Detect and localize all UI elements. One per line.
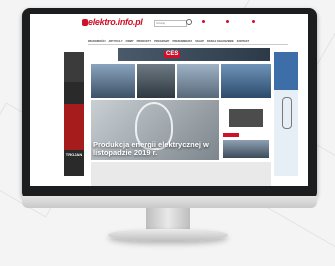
- ad-image: [64, 52, 84, 82]
- screen: elektro.info.pl Szukaj WIADOMOŚCI ARTYKU…: [30, 14, 308, 186]
- nav-item[interactable]: KONTAKT: [237, 40, 250, 43]
- site-logo[interactable]: elektro.info.pl: [88, 17, 143, 27]
- news-tile[interactable]: [91, 64, 135, 98]
- nav-item[interactable]: SKLEP: [195, 40, 204, 43]
- right-side-ad[interactable]: [274, 52, 298, 176]
- promo-badge: [223, 133, 239, 137]
- bus-image: [223, 140, 269, 158]
- main-nav: WIADOMOŚCI ARTYKUŁY FIRMY PRODUKTY PROGR…: [88, 38, 288, 45]
- nav-item[interactable]: WIADOMOŚCI: [88, 40, 105, 43]
- monitor-stand-base: [108, 229, 228, 241]
- banner-label: CES: [164, 51, 181, 58]
- content-strip: [91, 162, 271, 186]
- nav-item[interactable]: DODAJ OGŁOSZENIE: [207, 40, 234, 43]
- nav-item[interactable]: ARTYKUŁY: [108, 40, 122, 43]
- promo-image: [229, 109, 263, 127]
- monitor-chin: [22, 196, 317, 208]
- header-dot-icon: [252, 19, 255, 23]
- search-icon[interactable]: [186, 19, 192, 25]
- nav-item[interactable]: PRENUMERATA: [172, 40, 192, 43]
- header-dot-icon: [202, 19, 205, 23]
- search-input[interactable]: Szukaj: [154, 20, 187, 27]
- left-side-ad[interactable]: TROJAN: [64, 52, 84, 176]
- lamp-icon: [282, 97, 292, 129]
- nav-item[interactable]: FIRMY: [126, 40, 134, 43]
- right-promo-box[interactable]: [221, 100, 271, 160]
- header-dot-icon: [226, 19, 229, 23]
- header-link-3[interactable]: [252, 19, 256, 23]
- ad-brand: TROJAN: [65, 152, 83, 157]
- nav-item[interactable]: PROGRAMY: [154, 40, 169, 43]
- ad-image: [274, 52, 298, 90]
- top-banner-ad[interactable]: [118, 48, 270, 61]
- news-tile[interactable]: [137, 64, 175, 98]
- header-link-2[interactable]: [226, 19, 230, 23]
- site-header: elektro.info.pl Szukaj: [30, 14, 308, 36]
- header-link-1[interactable]: [202, 19, 206, 23]
- nav-item[interactable]: PRODUKTY: [137, 40, 152, 43]
- news-tile[interactable]: [221, 64, 271, 98]
- roof-image: [64, 104, 84, 150]
- news-tile[interactable]: [177, 64, 219, 98]
- featured-news-tile[interactable]: Produkcja energii elektrycznej w listopa…: [91, 100, 219, 160]
- featured-caption: Produkcja energii elektrycznej w listopa…: [93, 140, 209, 157]
